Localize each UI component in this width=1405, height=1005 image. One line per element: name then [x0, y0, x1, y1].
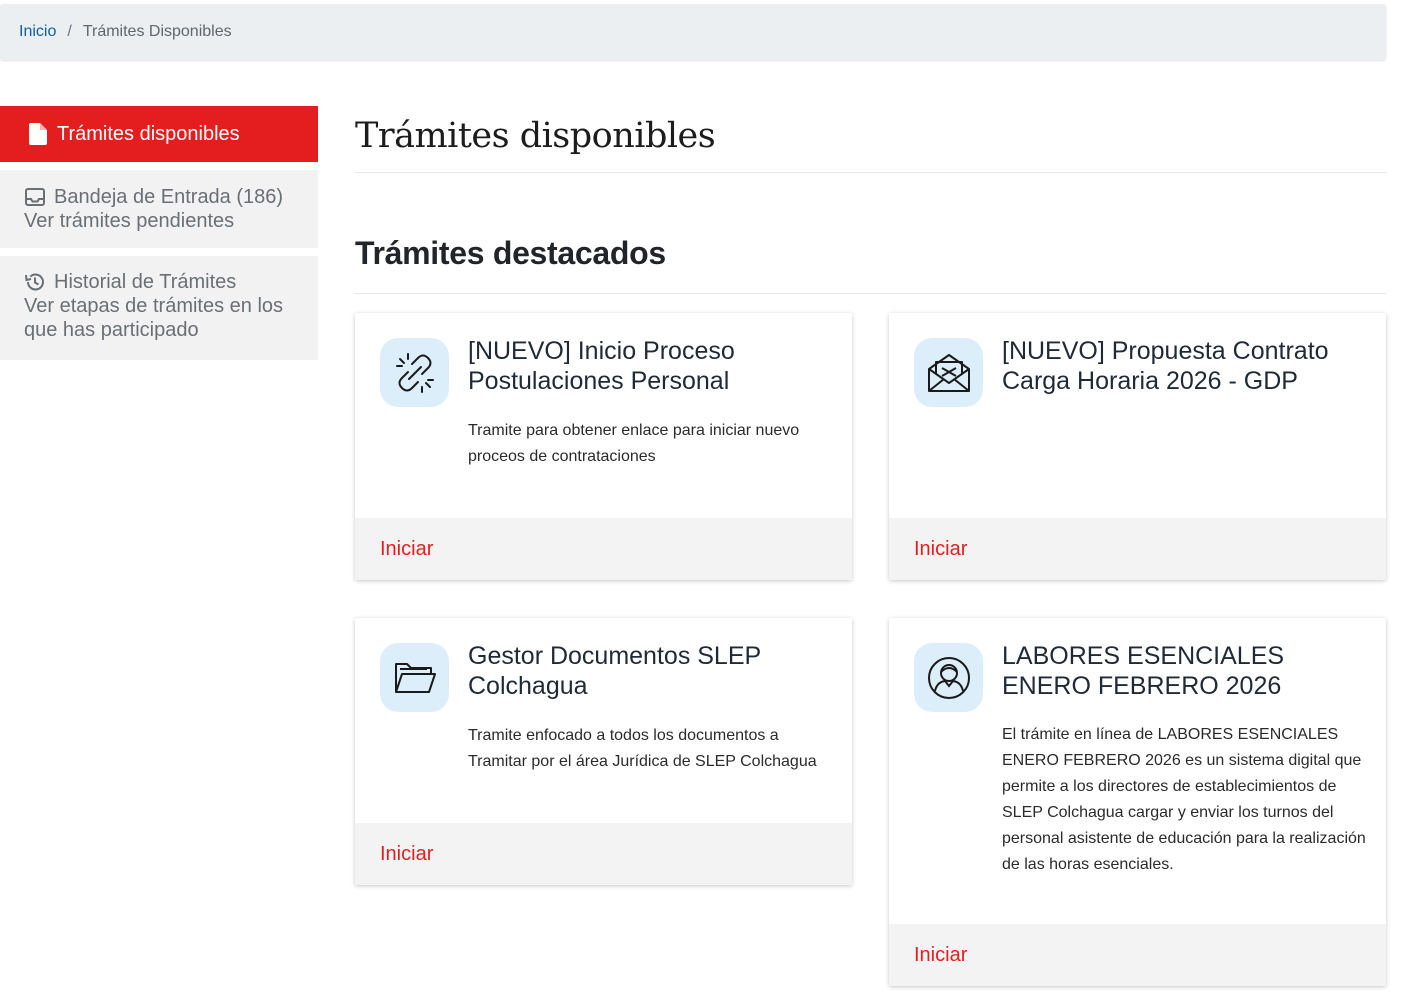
- tramite-card: LABORES ESENCIALES ENERO FEBRERO 2026 El…: [889, 618, 1386, 986]
- section-title: Trámites destacados: [355, 235, 666, 271]
- tramite-card: [NUEVO] Propuesta Contrato Carga Horaria…: [889, 313, 1386, 580]
- envelope-open-icon: [914, 338, 983, 407]
- sidebar-item-label: Bandeja de Entrada (186): [54, 186, 284, 208]
- card-footer: Iniciar: [889, 924, 1386, 986]
- history-icon: [24, 271, 46, 293]
- breadcrumb-home-link[interactable]: Inicio: [19, 23, 56, 41]
- card-title: Gestor Documentos SLEP Colchagua: [468, 642, 761, 700]
- sidebar-item-sub: Ver trámites pendientes: [24, 210, 235, 232]
- card-title: LABORES ESENCIALES ENERO FEBRERO 2026: [1002, 642, 1285, 700]
- file-icon: [27, 123, 49, 145]
- iniciar-button[interactable]: Iniciar: [380, 843, 433, 866]
- main-content: Trámites disponibles Trámites destacados: [355, 100, 1386, 294]
- breadcrumb-current: Trámites Disponibles: [82, 23, 232, 40]
- sidebar-item-label: Historial de Trámites: [54, 271, 237, 293]
- card-footer: Iniciar: [355, 823, 852, 885]
- card-title: [NUEVO] Inicio Proceso Postulaciones Per…: [468, 337, 735, 395]
- section-divider: [355, 293, 1386, 294]
- breadcrumb-separator: /: [67, 23, 72, 40]
- card-footer: Iniciar: [355, 518, 852, 580]
- card-footer: Iniciar: [889, 518, 1386, 580]
- card-title: [NUEVO] Propuesta Contrato Carga Horaria…: [1002, 337, 1329, 395]
- title-divider: [355, 172, 1386, 173]
- iniciar-button[interactable]: Iniciar: [914, 538, 967, 561]
- card-description: Tramite enfocado a todos los documentos …: [468, 727, 817, 770]
- page-title: Trámites disponibles: [355, 116, 716, 156]
- folder-open-icon: [380, 643, 449, 712]
- sidebar-item-bandeja[interactable]: Bandeja de Entrada (186) Ver trámites pe…: [0, 170, 318, 248]
- breadcrumb: Inicio / Trámites Disponibles: [0, 4, 1386, 60]
- tramite-card: Gestor Documentos SLEP Colchagua Tramite…: [355, 618, 852, 885]
- broken-link-icon: [380, 338, 449, 407]
- sidebar-item-sub: Ver etapas de trámites en los que has pa…: [24, 295, 284, 341]
- sidebar: Trámites disponibles Bandeja de Entrada …: [0, 106, 318, 368]
- user-circle-icon: [914, 643, 983, 712]
- card-description: El trámite en línea de LABORES ESENCIALE…: [1002, 726, 1366, 873]
- sidebar-item-label: Trámites disponibles: [57, 123, 240, 145]
- iniciar-button[interactable]: Iniciar: [914, 944, 967, 967]
- card-description: Tramite para obtener enlace para iniciar…: [468, 422, 800, 465]
- sidebar-item-historial[interactable]: Historial de Trámites Ver etapas de trám…: [0, 256, 318, 360]
- sidebar-item-tramites-disponibles[interactable]: Trámites disponibles: [0, 106, 318, 162]
- inbox-icon: [24, 186, 46, 208]
- tramite-card: [NUEVO] Inicio Proceso Postulaciones Per…: [355, 313, 852, 580]
- iniciar-button[interactable]: Iniciar: [380, 538, 433, 561]
